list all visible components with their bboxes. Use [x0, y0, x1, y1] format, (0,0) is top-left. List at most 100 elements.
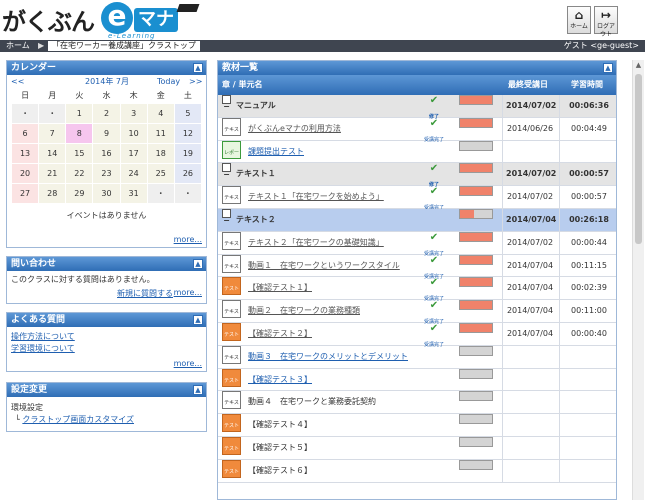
progress-bar: 100%	[459, 95, 493, 105]
inquiry-more-link[interactable]: more...	[174, 288, 202, 297]
section-row[interactable]: −テキスト２ 45% 2014/07/04 00:26:18	[218, 208, 616, 232]
table-row[interactable]: テキスト動画１ 在宅ワークというワークスタイル✔受講完了100%2014/07/…	[218, 254, 616, 292]
calendar-day[interactable]: 1	[65, 102, 94, 124]
materials-table-header: 章 / 単元名 最終受講日 学習時間	[218, 75, 616, 95]
material-link[interactable]: 【確認テスト１】	[248, 277, 312, 299]
material-link[interactable]: 動画３ 在宅ワークのメリットとデメリット	[248, 346, 408, 368]
section-row[interactable]: −マニュアル✔修了100%2014/07/0200:06:36	[218, 95, 616, 120]
calendar-day[interactable]: 27	[10, 182, 40, 204]
calendar-day[interactable]: 21	[38, 162, 67, 184]
home-button[interactable]: ⌂ ホーム	[567, 6, 591, 34]
calendar-day[interactable]: 6	[10, 122, 40, 144]
table-row[interactable]: テスト【確認テスト１】✔受講完了100%2014/07/0400:02:39	[218, 277, 616, 302]
faq-more-link[interactable]: more...	[174, 359, 202, 368]
material-link[interactable]: 【確認テスト６】	[248, 460, 312, 482]
inquiry-text: このクラスに対する質問はありません。	[11, 275, 155, 284]
material-link[interactable]: 動画２ 在宅ワークの業務種類	[248, 300, 360, 322]
calendar-day[interactable]: 31	[119, 182, 148, 204]
collapse-icon[interactable]: ▲	[193, 259, 203, 269]
calendar-day[interactable]: 14	[38, 142, 67, 164]
progress-bar: 100%	[459, 277, 493, 288]
table-row[interactable]: テキスト動画３ 在宅ワークのメリットとデメリット 0%	[218, 345, 616, 383]
logo-e-mark: e	[101, 2, 133, 34]
calendar-prev[interactable]: <<	[11, 75, 24, 89]
material-link[interactable]: 【確認テスト３】	[248, 369, 312, 391]
table-row[interactable]: テキストテキスト１「在宅ワークを始めよう」✔受講完了100%2014/07/02…	[218, 186, 616, 223]
calendar-day[interactable]: 7	[38, 122, 67, 144]
new-question-link[interactable]: 新規に質問する	[117, 288, 173, 299]
collapse-section-icon[interactable]: −	[222, 95, 231, 111]
calendar-day[interactable]: 16	[92, 142, 121, 164]
calendar-day[interactable]: 23	[92, 162, 121, 184]
calendar-day[interactable]: 12	[173, 122, 203, 144]
table-row[interactable]: テキスト動画２ 在宅ワークの業務種類✔受講完了100%2014/07/0400:…	[218, 300, 616, 337]
calendar-today[interactable]: Today	[157, 75, 180, 89]
collapse-icon[interactable]: ▲	[193, 385, 203, 395]
calendar-day[interactable]: 5	[173, 102, 203, 124]
material-link[interactable]: 動画１ 在宅ワークというワークスタイル	[248, 255, 400, 277]
calendar-day[interactable]: 22	[65, 162, 94, 184]
test-file-icon: テスト	[222, 368, 241, 387]
last-date: 2014/07/02	[506, 192, 554, 202]
collapse-section-icon[interactable]: −	[222, 163, 231, 179]
calendar-more-link[interactable]: more...	[174, 235, 202, 244]
calendar-day[interactable]: 11	[146, 122, 175, 144]
calendar-day-today[interactable]: 8	[65, 122, 94, 144]
scrollbar-thumb[interactable]	[635, 74, 642, 244]
calendar-day[interactable]: 24	[119, 162, 148, 184]
calendar-day[interactable]: 9	[92, 122, 121, 144]
calendar-day[interactable]: 20	[10, 162, 40, 184]
calendar-day[interactable]: 18	[146, 142, 175, 164]
collapse-section-icon[interactable]: −	[222, 208, 231, 225]
table-row[interactable]: テキストテキスト２「在宅ワークの基礎知識」✔受講完了100%2014/07/02…	[218, 231, 616, 269]
calendar-day[interactable]: 30	[92, 182, 121, 204]
progress-bar: 0%	[459, 345, 493, 356]
settings-panel-header: 設定変更 ▲	[7, 383, 206, 397]
calendar-day[interactable]: 4	[146, 102, 175, 124]
study-time: 00:26:18	[569, 214, 609, 224]
section-name: テキスト２	[236, 214, 276, 224]
calendar-day[interactable]: 3	[119, 102, 148, 124]
scroll-up-icon[interactable]: ▲	[633, 60, 644, 71]
table-row[interactable]: テスト【確認テスト５】 0%	[218, 436, 616, 460]
calendar-next[interactable]: >>	[189, 75, 202, 89]
table-row[interactable]: テスト【確認テスト６】 0%	[218, 459, 616, 483]
calendar-day[interactable]: 28	[38, 182, 67, 204]
table-row[interactable]: テスト【確認テスト４】 0%	[218, 414, 616, 437]
material-link[interactable]: 【確認テスト２】	[248, 323, 312, 345]
calendar-day[interactable]: 29	[65, 182, 94, 204]
material-link[interactable]: テキスト２「在宅ワークの基礎知識」	[248, 232, 384, 254]
faq-item[interactable]: 操作方法について	[11, 331, 202, 343]
material-link[interactable]: テキスト１「在宅ワークを始めよう」	[248, 186, 384, 208]
table-row[interactable]: テスト【確認テスト２】✔受講完了100%2014/07/0400:00:40	[218, 322, 616, 348]
breadcrumb-home[interactable]: ホーム	[6, 40, 30, 52]
table-row[interactable]: テスト【確認テスト３】 0%	[218, 368, 616, 392]
page-scrollbar[interactable]: ▲	[632, 60, 644, 500]
material-link[interactable]: がくぶんeマナの利用方法	[248, 118, 341, 140]
collapse-icon[interactable]: ▲	[603, 63, 613, 73]
calendar-day[interactable]: 25	[146, 162, 175, 184]
calendar-day[interactable]: 17	[119, 142, 148, 164]
calendar-day[interactable]: 13	[10, 142, 40, 164]
collapse-icon[interactable]: ▲	[193, 63, 203, 73]
section-row[interactable]: −テキスト１✔修了100%2014/07/0200:00:57	[218, 163, 616, 188]
material-link[interactable]: 課題提出テスト	[248, 141, 304, 163]
calendar-day[interactable]: 19	[173, 142, 203, 164]
tree-branch-icon: └	[15, 415, 20, 424]
calendar-grid: 日 月 火 水 木 金 土 ・ ・ 1 2 3 4 5 6 7 8 9 10 1…	[10, 89, 203, 204]
material-link[interactable]: 【確認テスト５】	[248, 437, 312, 459]
material-link[interactable]: 動画４ 在宅ワークと業務委託契約	[248, 391, 376, 413]
table-row[interactable]: テキスト動画４ 在宅ワークと業務委託契約 0%	[218, 391, 616, 428]
customize-link[interactable]: クラストップ画面カスタマイズ	[22, 415, 134, 424]
logout-button[interactable]: ↦ ログアウト	[594, 6, 618, 38]
table-row[interactable]: テキストがくぶんeマナの利用方法✔受講完了100%2014/06/2600:04…	[218, 117, 616, 155]
calendar-day[interactable]: 2	[92, 102, 121, 124]
table-row[interactable]: レポート課題提出テスト 0%	[218, 140, 616, 178]
calendar-day[interactable]: 10	[119, 122, 148, 144]
calendar-day[interactable]: 15	[65, 142, 94, 164]
material-link[interactable]: 【確認テスト４】	[248, 414, 312, 436]
faq-item[interactable]: 学習環境について	[11, 343, 202, 355]
test-file-icon: テスト	[222, 277, 241, 296]
collapse-icon[interactable]: ▲	[193, 315, 203, 325]
calendar-day[interactable]: 26	[173, 162, 203, 184]
